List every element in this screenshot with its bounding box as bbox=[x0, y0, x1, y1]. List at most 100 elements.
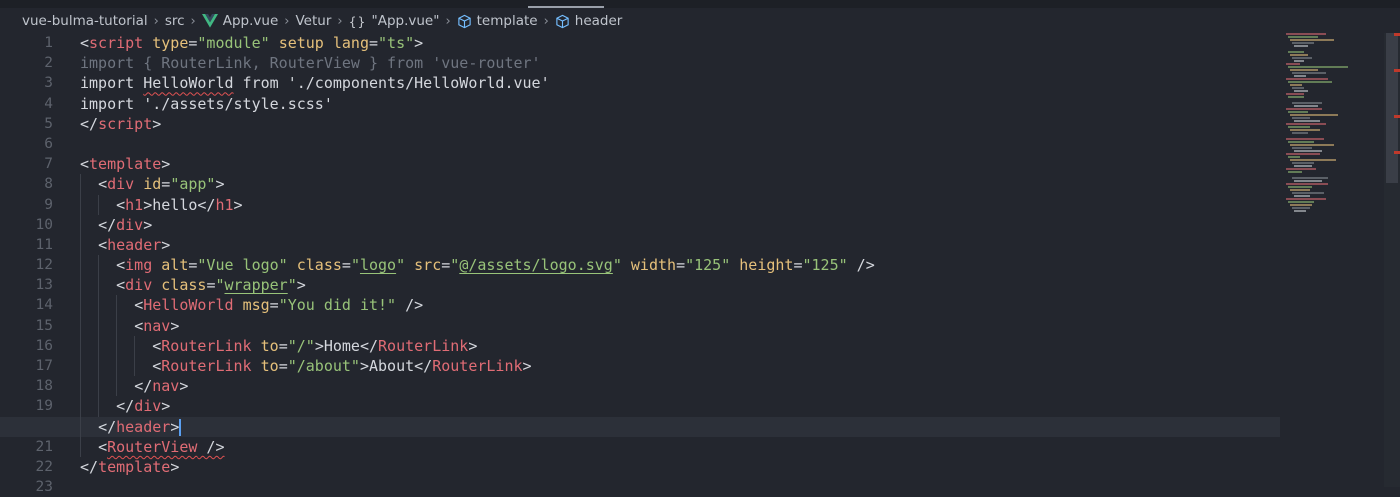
code-token: = bbox=[341, 256, 351, 275]
breadcrumb-label: header bbox=[574, 13, 623, 29]
code-line-16: <RouterLink to="/">Home</RouterLink> bbox=[80, 335, 1280, 356]
code-token: = bbox=[269, 296, 279, 315]
breadcrumb-item-header[interactable]: header bbox=[555, 13, 623, 29]
minimap-line bbox=[1288, 111, 1308, 113]
code-token: > bbox=[215, 175, 225, 194]
code-token: alt bbox=[161, 256, 189, 275]
code-token: class bbox=[161, 276, 207, 295]
code-token: = bbox=[441, 256, 451, 275]
code-token: "module" bbox=[197, 34, 270, 52]
vertical-scrollbar[interactable] bbox=[1384, 33, 1400, 487]
minimap-line bbox=[1294, 210, 1306, 212]
minimap-line bbox=[1288, 201, 1314, 203]
code-line-19: </div> bbox=[80, 396, 1280, 417]
minimap-line bbox=[1286, 123, 1326, 125]
error-marker bbox=[1394, 115, 1400, 118]
cube-icon bbox=[555, 14, 570, 29]
code-token: from './components/HelloWorld.vue' bbox=[233, 74, 550, 93]
code-line-17: <RouterLink to="/about">About</RouterLin… bbox=[80, 356, 1280, 377]
code-area[interactable]: <script type="module" setup lang="ts"> i… bbox=[0, 33, 1280, 497]
code-token: > bbox=[170, 316, 180, 335]
code-token: /> bbox=[197, 437, 225, 456]
minimap-line bbox=[1286, 183, 1328, 185]
code-token: < bbox=[98, 437, 108, 456]
code-token: > bbox=[152, 114, 162, 133]
code-token: = bbox=[278, 336, 288, 355]
code-token: < bbox=[116, 195, 126, 214]
code-token: > bbox=[170, 457, 180, 476]
minimap[interactable] bbox=[1286, 33, 1386, 213]
code-token: RouterLink bbox=[161, 357, 252, 375]
code-token: >Home</ bbox=[314, 336, 379, 355]
code-token: template bbox=[98, 457, 171, 476]
minimap-line bbox=[1290, 114, 1338, 116]
code-token: RouterLink bbox=[161, 336, 252, 355]
code-token: < bbox=[98, 175, 108, 194]
minimap-line bbox=[1290, 84, 1302, 86]
minimap-line bbox=[1286, 108, 1322, 110]
minimap-line bbox=[1290, 129, 1320, 131]
code-token: > bbox=[161, 397, 171, 416]
code-line-15: <nav> bbox=[80, 315, 1280, 336]
line-number: 15 bbox=[35, 317, 53, 334]
line-number: 11 bbox=[35, 236, 53, 253]
code-token: "ts" bbox=[378, 34, 415, 52]
minimap-line bbox=[1292, 207, 1310, 209]
minimap-line bbox=[1294, 75, 1306, 77]
minimap-line bbox=[1288, 126, 1310, 128]
code-token: script bbox=[98, 114, 153, 133]
breadcrumb-item-vetur[interactable]: Vetur bbox=[295, 13, 331, 29]
chevron-right-icon: › bbox=[337, 13, 343, 29]
code-token: = bbox=[278, 357, 288, 375]
code-token: </ bbox=[98, 417, 117, 436]
code-token: < bbox=[134, 296, 144, 315]
code-token: = bbox=[793, 256, 803, 275]
cube-icon bbox=[457, 14, 472, 29]
code-token: nav bbox=[152, 377, 180, 396]
minimap-line bbox=[1294, 45, 1308, 47]
code-token: "Vue logo" bbox=[197, 256, 288, 275]
chevron-right-icon: › bbox=[190, 13, 196, 29]
breadcrumb-item-template[interactable]: template bbox=[457, 13, 538, 29]
minimap-line bbox=[1292, 162, 1314, 164]
code-token: = bbox=[369, 34, 379, 52]
breadcrumb-item-app-vue[interactable]: App.vue bbox=[201, 13, 278, 29]
code-token: HelloWorld bbox=[143, 296, 234, 315]
breadcrumb-item-project[interactable]: vue-bulma-tutorial bbox=[22, 13, 148, 29]
minimap-line bbox=[1294, 150, 1322, 152]
minimap-line bbox=[1292, 117, 1310, 119]
minimap-line bbox=[1286, 33, 1326, 35]
scrollbar-thumb[interactable] bbox=[1386, 33, 1398, 183]
error-marker bbox=[1394, 69, 1400, 72]
code-editor[interactable]: 1234567891011121314151617181920212223 <s… bbox=[0, 33, 1400, 495]
code-token: import './assets/style.scss' bbox=[80, 94, 333, 113]
code-token: > bbox=[161, 235, 171, 254]
code-token: " bbox=[450, 256, 460, 275]
minimap-line bbox=[1292, 87, 1304, 89]
code-token: > bbox=[522, 357, 532, 375]
code-token: > bbox=[143, 215, 153, 234]
line-number: 8 bbox=[44, 176, 53, 193]
code-token: " bbox=[396, 256, 406, 275]
code-token: header bbox=[116, 417, 171, 436]
minimap-line bbox=[1294, 180, 1322, 182]
breadcrumb-item-app-vue-module[interactable]: {} "App.vue" bbox=[349, 13, 440, 29]
breadcrumb-item-src[interactable]: src bbox=[165, 13, 185, 29]
code-token: "app" bbox=[170, 175, 216, 194]
minimap-line bbox=[1290, 159, 1336, 161]
line-number: 21 bbox=[35, 438, 53, 455]
line-number: 3 bbox=[44, 75, 53, 92]
minimap-line bbox=[1292, 57, 1312, 59]
minimap-line bbox=[1294, 165, 1312, 167]
code-line-3: import HelloWorld from './components/Hel… bbox=[80, 73, 1280, 93]
code-line-10: </div> bbox=[80, 214, 1280, 235]
code-token: lang bbox=[332, 34, 369, 52]
